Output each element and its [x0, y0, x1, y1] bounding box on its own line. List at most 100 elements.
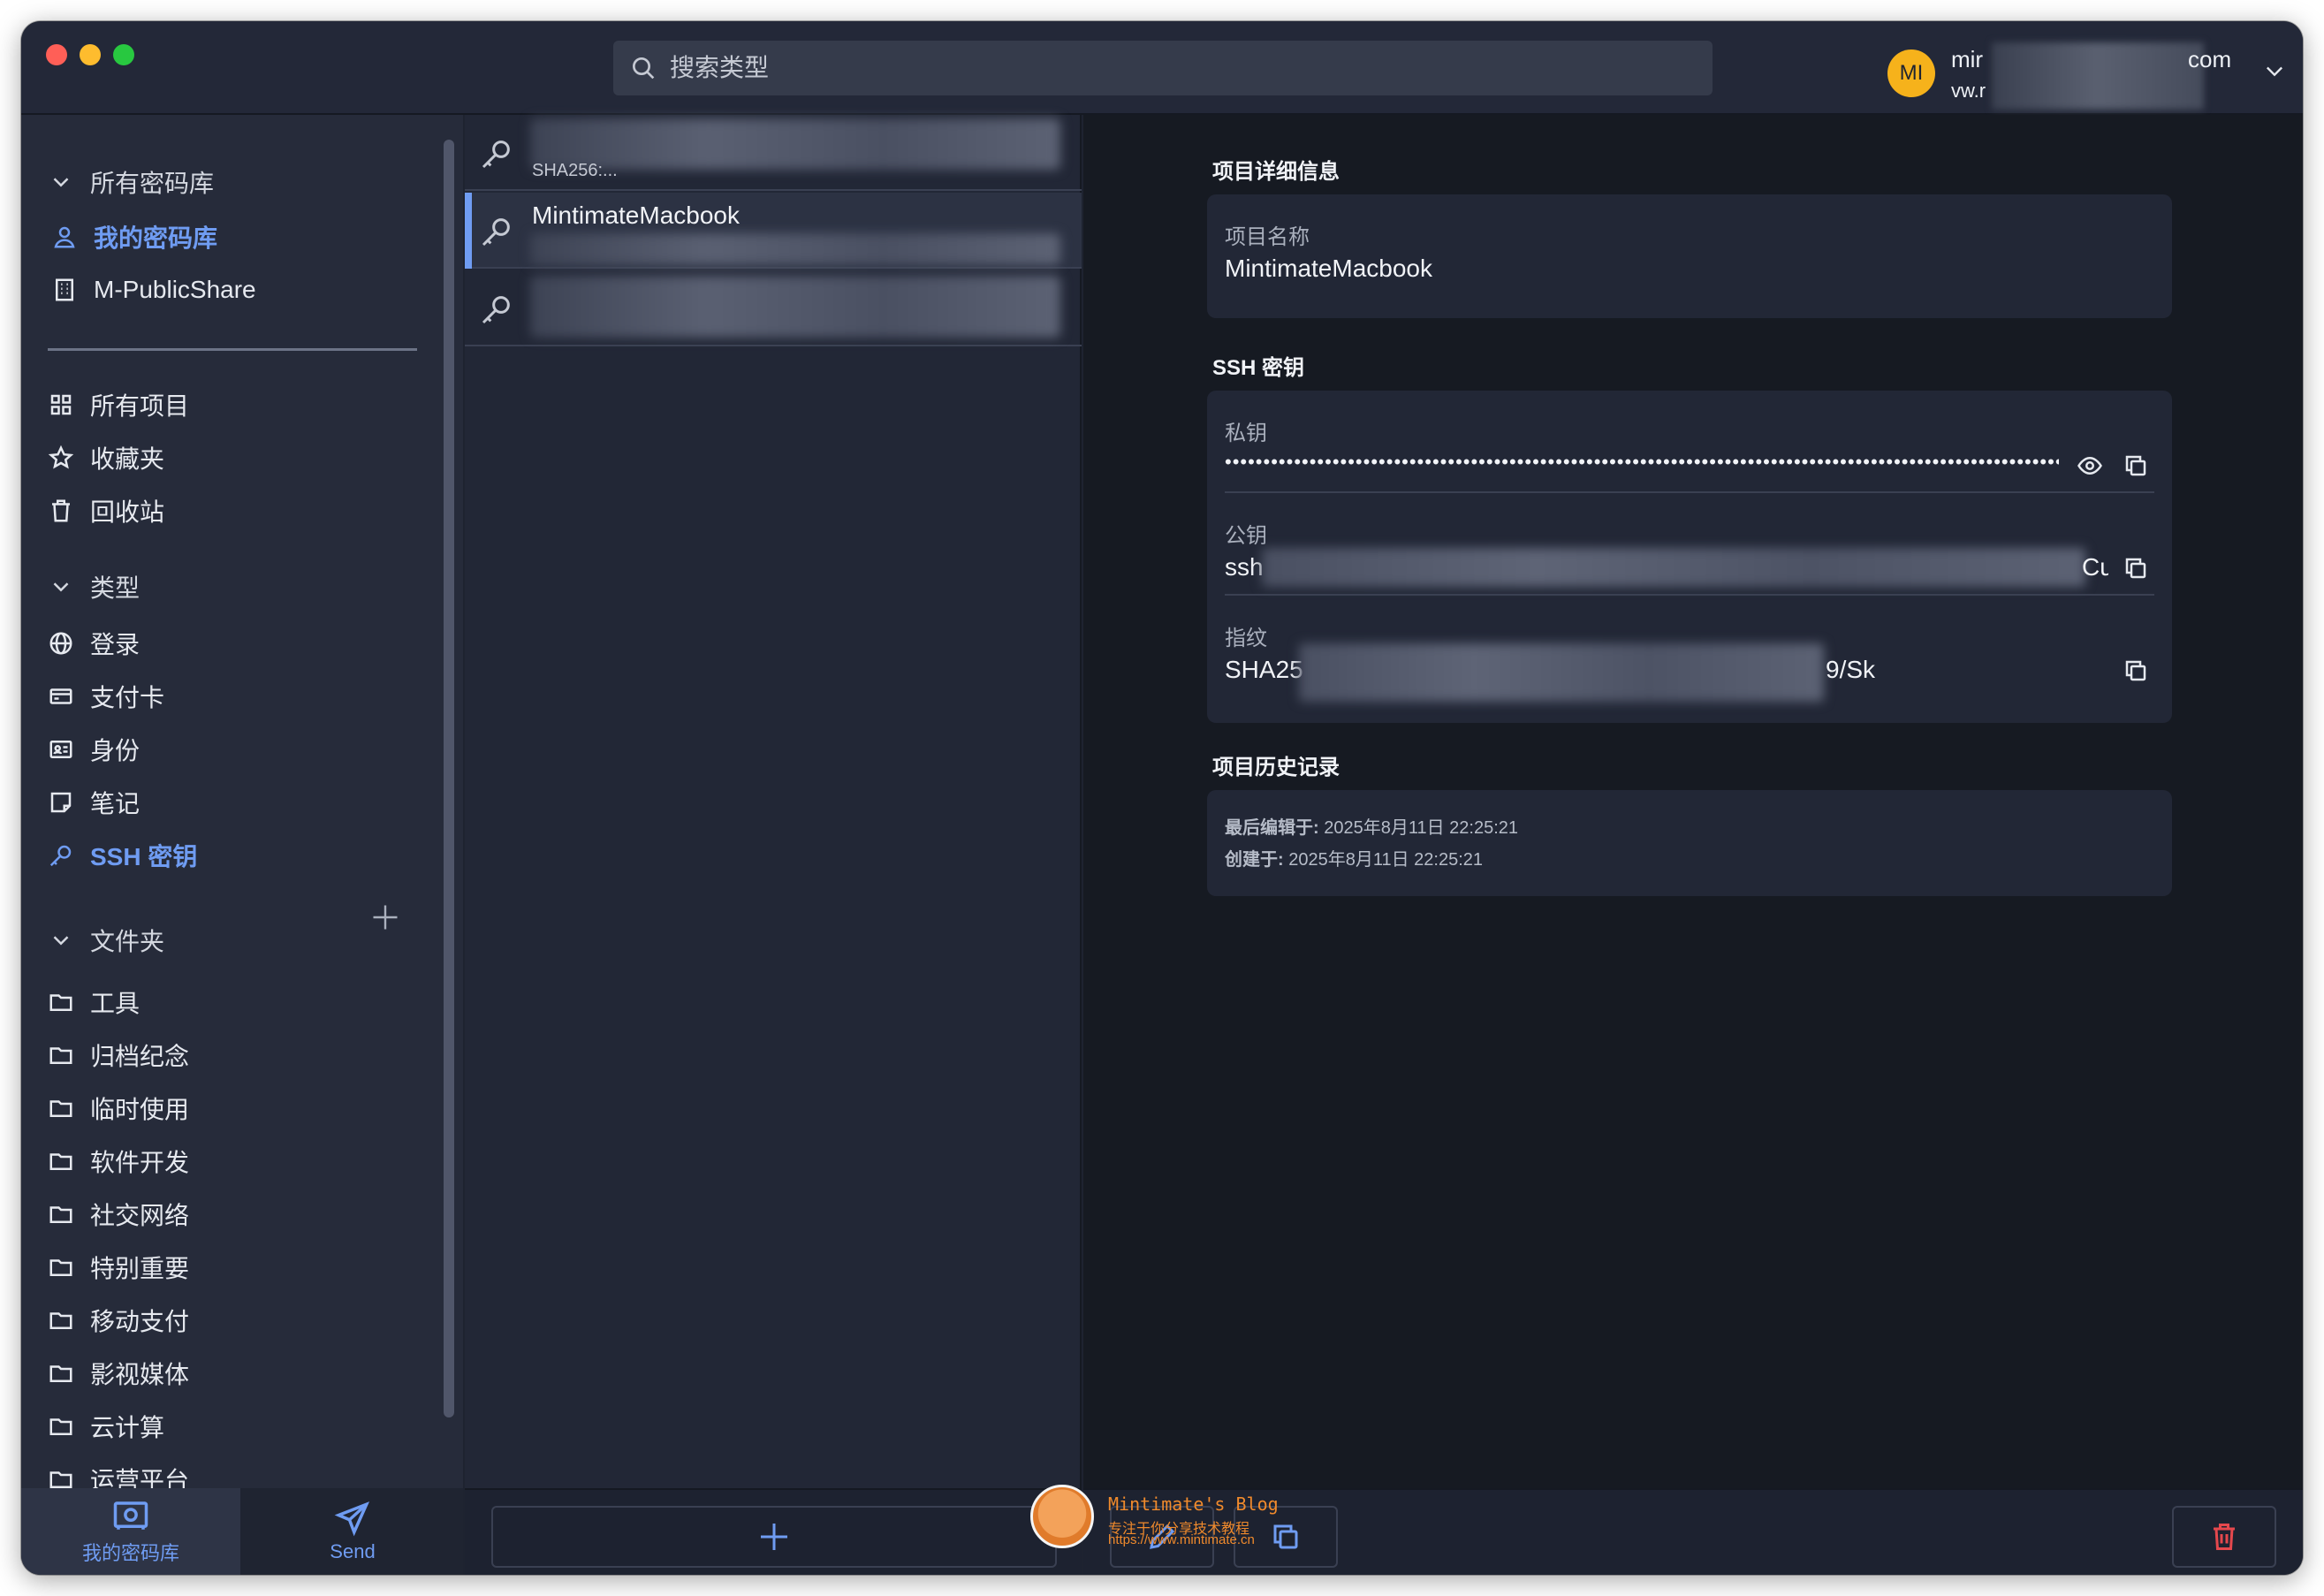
sidebar-folder[interactable]: 归档纪念 [48, 1034, 189, 1076]
close-window-button[interactable] [46, 44, 67, 65]
tab-send[interactable]: Send [242, 1488, 463, 1575]
copy-icon[interactable] [2123, 555, 2149, 581]
vault-icon [113, 1501, 148, 1530]
list-item-redaction [530, 276, 1060, 338]
account-redaction [1992, 42, 2204, 110]
sidebar-item-card[interactable]: 支付卡 [48, 675, 164, 718]
grid-icon [50, 394, 72, 415]
send-icon [334, 1501, 370, 1537]
sidebar-item-identity[interactable]: 身份 [48, 728, 140, 771]
section-title-item-details: 项目详细信息 [1212, 160, 1340, 184]
sidebar-scrollbar[interactable] [444, 140, 454, 1417]
minimize-window-button[interactable] [80, 44, 101, 65]
title-bar: MI mir vw.r com [21, 21, 2303, 115]
private-key-label: 私钥 [1225, 422, 1267, 445]
add-item-button[interactable] [491, 1506, 1057, 1568]
blog-watermark: Mintimate's Blog 专注于你分享技术教程 https://www.… [1011, 1481, 1329, 1566]
key-icon [482, 218, 510, 247]
sidebar-heading-folders[interactable]: 文件夹 [48, 919, 164, 961]
section-title-ssh-key: SSH 密钥 [1212, 356, 1305, 380]
bottom-tab-bar: 我的密码库 Send [21, 1488, 463, 1575]
sidebar-heading-vaults[interactable]: 所有密码库 [48, 161, 214, 203]
list-item-redaction [530, 233, 1060, 265]
account-email: mir [1951, 46, 1984, 72]
sidebar-divider [48, 348, 417, 351]
sidebar-heading-types[interactable]: 类型 [48, 566, 140, 608]
sidebar-item-trash[interactable]: 回收站 [48, 490, 164, 532]
key-icon [49, 845, 72, 867]
list-item-subtitle: SHA256:... [532, 161, 618, 180]
sidebar-folder[interactable]: 软件开发 [48, 1140, 189, 1182]
star-icon [48, 445, 74, 469]
folder-icon [49, 1312, 72, 1329]
chevron-down-icon[interactable] [2262, 58, 2287, 83]
list-item[interactable]: SHA256:... [465, 115, 1082, 191]
id-card-icon [49, 741, 72, 758]
account-menu[interactable]: MI mir vw.r com [1887, 42, 2287, 110]
building-icon [56, 278, 73, 301]
ssh-key-card: 私钥 •••••••••••••••••••••••••••••••••••••… [1207, 391, 2172, 723]
sidebar-item-my-vault[interactable]: 我的密码库 [51, 216, 217, 258]
trash-icon [2214, 1524, 2235, 1550]
sidebar-folder[interactable]: 移动支付 [48, 1299, 189, 1341]
history-card: 最后编辑于: 2025年8月11日 22:25:21 创建于: 2025年8月1… [1207, 790, 2172, 896]
sidebar-folder[interactable]: 云计算 [48, 1405, 164, 1448]
item-name-label: 项目名称 [1225, 225, 1310, 249]
folder-icon [49, 1206, 72, 1223]
folder-icon [49, 1365, 72, 1382]
field-separator [1225, 491, 2154, 493]
item-name-card: 项目名称 MintimateMacbook [1207, 194, 2172, 318]
chevron-down-icon [53, 582, 69, 592]
private-key-value[interactable]: ••••••••••••••••••••••••••••••••••••••••… [1225, 451, 2059, 474]
chevron-down-icon [53, 936, 69, 946]
chevron-down-icon [53, 178, 69, 187]
delete-button[interactable] [2172, 1506, 2276, 1568]
add-folder-icon[interactable] [369, 901, 401, 933]
sidebar-folder[interactable]: 社交网络 [48, 1193, 189, 1235]
fingerprint-redaction [1299, 643, 1824, 702]
key-icon [482, 141, 510, 169]
copy-icon[interactable] [2123, 657, 2149, 684]
sidebar-folder[interactable]: 影视媒体 [48, 1352, 189, 1395]
public-key-label: 公钥 [1225, 524, 1267, 548]
folder-icon [49, 1418, 72, 1435]
eye-icon[interactable] [2077, 452, 2103, 479]
sidebar-item-public-share[interactable]: M-PublicShare [51, 269, 256, 311]
sidebar-folder[interactable]: 工具 [48, 981, 140, 1023]
item-name-value[interactable]: MintimateMacbook [1225, 255, 1432, 283]
zoom-window-button[interactable] [113, 44, 134, 65]
key-icon [482, 296, 510, 324]
sidebar-folder[interactable]: 特别重要 [48, 1246, 189, 1288]
sidebar-item-login[interactable]: 登录 [48, 622, 140, 665]
tab-my-vault[interactable]: 我的密码库 [21, 1488, 240, 1575]
account-server: vw.r [1951, 80, 1986, 102]
search-input[interactable] [670, 54, 1642, 82]
last-edited-row: 最后编辑于: 2025年8月11日 22:25:21 [1225, 818, 1519, 838]
sidebar: 所有密码库 我的密码库 M-PublicShare 所有项目 收藏夹 回收站 类… [21, 115, 463, 1575]
blog-logo [1030, 1485, 1094, 1548]
item-detail: 项目详细信息 项目名称 MintimateMacbook SSH 密钥 私钥 •… [1083, 115, 2303, 1575]
sidebar-item-all-items[interactable]: 所有项目 [48, 384, 189, 426]
avatar[interactable]: MI [1887, 49, 1935, 97]
copy-icon[interactable] [2123, 452, 2149, 479]
list-item-title: MintimateMacbook [532, 201, 740, 229]
fingerprint-label: 指纹 [1225, 627, 1267, 650]
folder-icon [49, 1153, 72, 1170]
sidebar-folder[interactable]: 临时使用 [48, 1087, 189, 1129]
search-bar[interactable] [613, 41, 1713, 95]
app-window: MI mir vw.r com 所有密码库 我的密码库 M-PublicShar… [21, 21, 2303, 1575]
note-icon [50, 792, 72, 813]
list-item-selected[interactable]: MintimateMacbook [465, 193, 1082, 269]
folder-icon [49, 1047, 72, 1064]
list-item[interactable] [465, 270, 1082, 346]
folder-icon [49, 1100, 72, 1117]
sidebar-item-ssh-key[interactable]: SSH 密钥 [48, 834, 197, 877]
fingerprint-suffix: 9/Sk [1826, 656, 1876, 683]
user-icon [54, 226, 75, 248]
account-email-suffix: com [2188, 46, 2232, 72]
sidebar-item-note[interactable]: 笔记 [48, 781, 140, 824]
public-key-prefix: ssh [1225, 553, 1264, 581]
sidebar-item-favorites[interactable]: 收藏夹 [48, 437, 164, 479]
section-title-history: 项目历史记录 [1212, 756, 1340, 779]
public-key-suffix: Cu [2082, 553, 2108, 581]
